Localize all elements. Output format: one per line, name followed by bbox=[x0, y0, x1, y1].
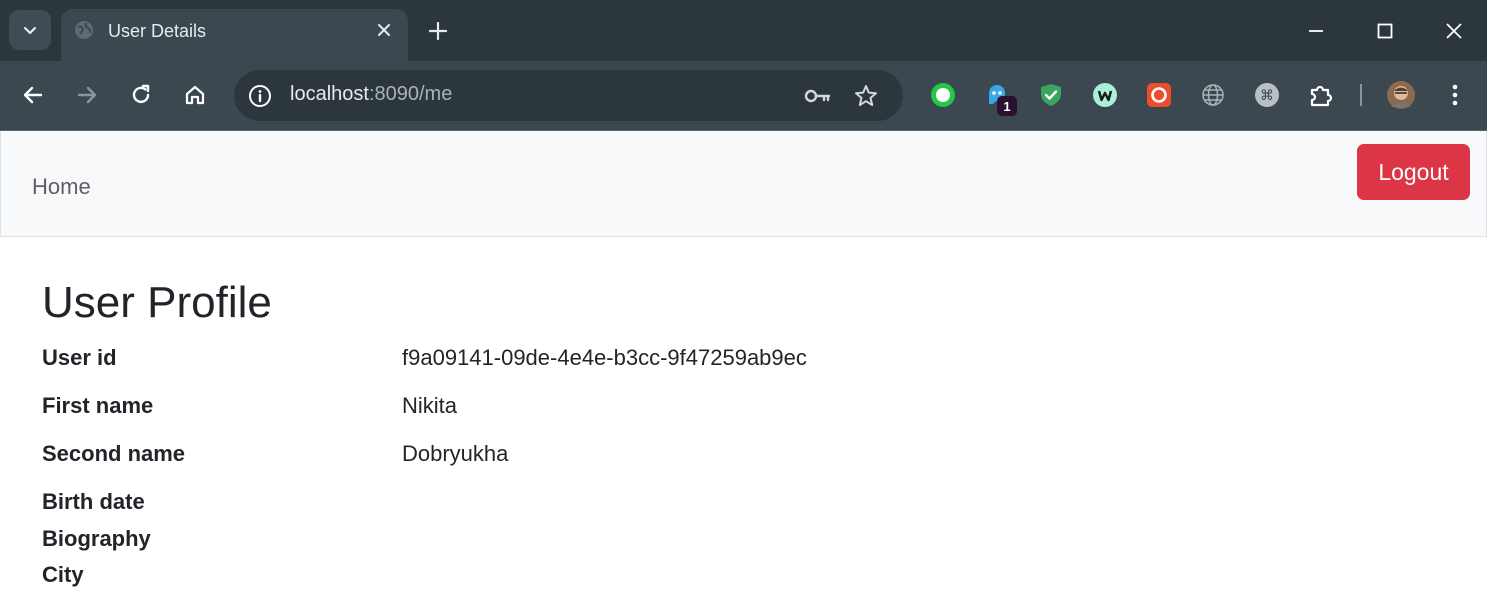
forward-button[interactable] bbox=[70, 78, 104, 112]
tab-search-button[interactable] bbox=[9, 10, 51, 50]
minimize-button[interactable] bbox=[1296, 14, 1336, 48]
ext-shield-button[interactable] bbox=[1036, 80, 1066, 110]
field-value: Dobryukha bbox=[402, 441, 509, 466]
url-path: :8090/me bbox=[368, 83, 453, 105]
field-label: User id bbox=[42, 345, 117, 370]
extension-badge: 1 bbox=[997, 96, 1017, 116]
close-icon bbox=[1446, 23, 1462, 39]
ext-globe-button[interactable] bbox=[1198, 80, 1228, 110]
extension-badge-count: 1 bbox=[1003, 99, 1010, 114]
reload-button[interactable] bbox=[124, 78, 158, 112]
close-icon bbox=[378, 24, 390, 36]
address-bar[interactable]: localhost:8090/me bbox=[234, 70, 903, 121]
browser-menu-button[interactable] bbox=[1440, 80, 1470, 110]
bookmark-star-button[interactable] bbox=[851, 81, 881, 111]
arrow-right-icon bbox=[77, 86, 97, 104]
field-label: Biography bbox=[42, 526, 151, 551]
toolbar-divider bbox=[1360, 84, 1362, 106]
ext-command-button[interactable]: ⌘ bbox=[1252, 80, 1282, 110]
navbar: Home Logout bbox=[0, 131, 1487, 237]
address-url[interactable]: localhost:8090/me bbox=[290, 83, 452, 106]
info-icon bbox=[249, 85, 271, 107]
arrow-left-icon bbox=[23, 86, 43, 104]
home-icon bbox=[185, 85, 205, 105]
w-letter-icon bbox=[1093, 83, 1117, 107]
wireframe-globe-icon bbox=[1202, 84, 1224, 106]
home-button[interactable] bbox=[178, 78, 212, 112]
field-label: City bbox=[42, 562, 84, 587]
back-button[interactable] bbox=[16, 78, 50, 112]
ext-w-button[interactable] bbox=[1090, 80, 1120, 110]
globe-icon bbox=[75, 21, 93, 39]
nav-home-link[interactable]: Home bbox=[32, 174, 91, 200]
field-value: f9a09141-09de-4e4e-b3cc-9f47259ab9ec bbox=[402, 345, 807, 370]
reload-icon bbox=[132, 84, 150, 104]
tab-strip: User Details bbox=[0, 0, 1487, 61]
key-icon bbox=[804, 89, 831, 103]
kebab-menu-icon bbox=[1452, 84, 1458, 106]
command-key-icon: ⌘ bbox=[1255, 83, 1279, 107]
field-value: Nikita bbox=[402, 393, 458, 418]
ext-red-ring-button[interactable] bbox=[1144, 80, 1174, 110]
star-icon bbox=[855, 85, 877, 106]
logout-button[interactable]: Logout bbox=[1357, 144, 1470, 200]
plus-icon bbox=[429, 22, 447, 40]
browser-toolbar: localhost:8090/me ⌘ bbox=[0, 61, 1487, 130]
extensions-menu-button[interactable] bbox=[1306, 80, 1336, 110]
page-title: User Profile bbox=[42, 278, 272, 327]
green-circle-icon bbox=[931, 83, 955, 107]
avatar bbox=[1387, 81, 1415, 109]
chevron-down-icon bbox=[23, 26, 37, 35]
shield-check-icon bbox=[1041, 84, 1061, 106]
password-key-button[interactable] bbox=[803, 81, 833, 111]
site-info-button[interactable] bbox=[246, 82, 274, 110]
new-tab-button[interactable] bbox=[424, 17, 452, 45]
tab-title: User Details bbox=[108, 21, 207, 41]
ext-green-circle-button[interactable] bbox=[928, 80, 958, 110]
profile-content: User Profile User id f9a09141-09de-4e4e-… bbox=[42, 277, 807, 587]
tab-close-button[interactable] bbox=[373, 19, 395, 41]
maximize-button[interactable] bbox=[1365, 14, 1405, 48]
maximize-icon bbox=[1377, 23, 1393, 39]
minimize-icon bbox=[1309, 30, 1323, 32]
url-host: localhost bbox=[290, 83, 369, 105]
field-label: First name bbox=[42, 393, 154, 418]
active-tab[interactable]: User Details bbox=[61, 9, 408, 61]
window-close-button[interactable] bbox=[1434, 14, 1474, 48]
puzzle-icon bbox=[1310, 85, 1333, 107]
profile-avatar-button[interactable] bbox=[1386, 80, 1416, 110]
field-label: Birth date bbox=[42, 489, 145, 514]
field-label: Second name bbox=[42, 441, 186, 466]
svg-text:⌘: ⌘ bbox=[1260, 88, 1274, 104]
red-ring-icon bbox=[1147, 83, 1171, 107]
